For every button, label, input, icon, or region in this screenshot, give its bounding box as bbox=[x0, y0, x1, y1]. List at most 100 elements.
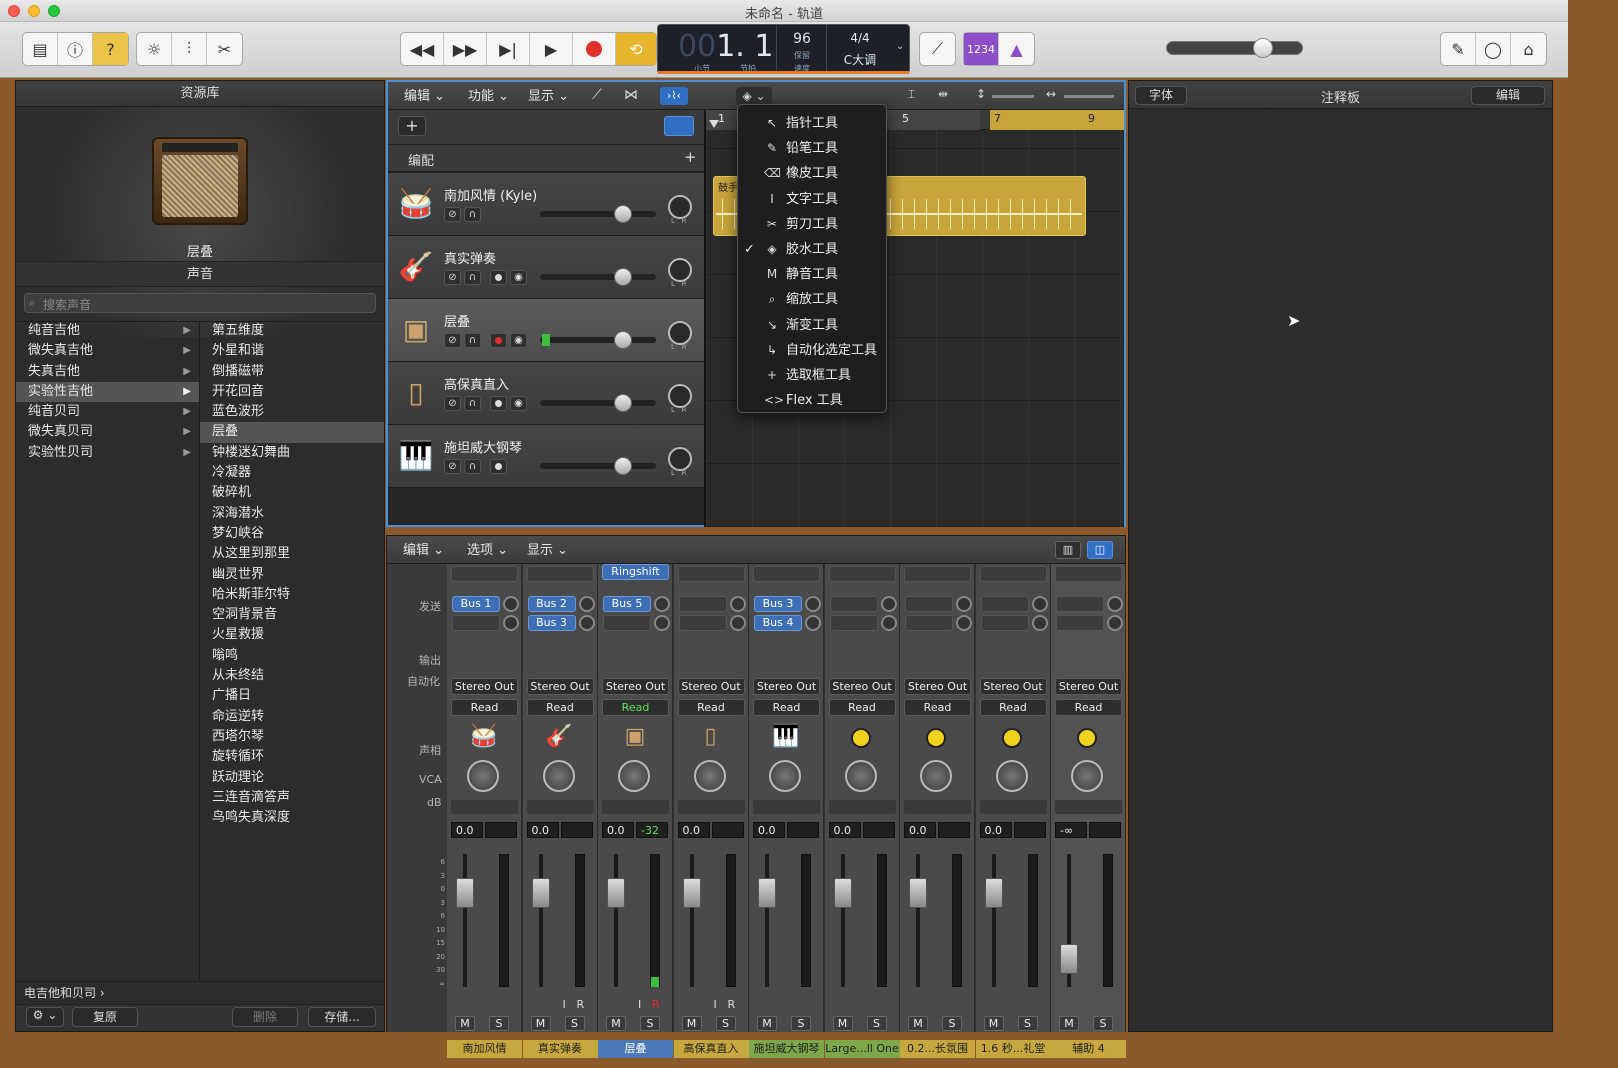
pan-knob[interactable] bbox=[467, 760, 499, 792]
solo-button[interactable]: S bbox=[866, 1016, 887, 1031]
horizontal-zoom-icon[interactable]: ↔ bbox=[1046, 87, 1056, 101]
tool-menu-item[interactable]: ↘ 渐变工具 bbox=[738, 313, 886, 338]
vca-slot[interactable] bbox=[1055, 800, 1122, 814]
track-header[interactable]: ▣ 层叠 ⊘ ∩ ◉ L R bbox=[388, 299, 704, 362]
output-slot[interactable]: Stereo Out bbox=[904, 678, 971, 695]
vca-slot[interactable] bbox=[677, 800, 745, 814]
track-name[interactable]: 施坦威大钢琴 bbox=[444, 437, 522, 456]
vertical-zoom-icon[interactable]: ↕ bbox=[976, 87, 986, 101]
tool-menu-item[interactable]: ⌫ 橡皮工具 bbox=[738, 161, 886, 186]
track-name[interactable]: 层叠 bbox=[444, 311, 470, 330]
mute-track-icon[interactable]: ⊘ bbox=[444, 459, 461, 474]
channel-name[interactable]: 真实弹奏 bbox=[522, 1040, 598, 1058]
note-pad-icon[interactable]: ✎ bbox=[1441, 33, 1476, 65]
loop-browser-icon[interactable]: ◯ bbox=[1476, 33, 1511, 65]
headphones-icon[interactable]: ∩ bbox=[464, 207, 481, 222]
record-enable-button[interactable] bbox=[490, 270, 507, 285]
insert-slot[interactable] bbox=[753, 566, 820, 582]
insert-slot[interactable]: Ringshift bbox=[602, 564, 669, 580]
volume-knob[interactable] bbox=[614, 331, 632, 349]
tool-menu-item[interactable]: ✎ 铅笔工具 bbox=[738, 136, 886, 161]
playhead-icon[interactable] bbox=[709, 120, 719, 128]
output-slot[interactable]: Stereo Out bbox=[526, 678, 594, 695]
patch-item[interactable]: 哈米斯菲尔特 bbox=[200, 585, 384, 605]
patch-item[interactable]: 广播日 bbox=[200, 686, 384, 706]
send-slot[interactable] bbox=[452, 615, 500, 631]
volume-fader[interactable] bbox=[682, 878, 701, 908]
automation-mode[interactable]: Read bbox=[451, 699, 518, 716]
automation-mode[interactable]: Read bbox=[828, 699, 896, 716]
send-level-knob[interactable] bbox=[503, 596, 519, 612]
tracks-menu-edit[interactable]: 编辑 ⌄ bbox=[396, 86, 453, 107]
insert-slot[interactable] bbox=[828, 566, 896, 582]
patch-item[interactable]: 开花回音 bbox=[200, 382, 384, 402]
master-volume-knob[interactable] bbox=[1253, 38, 1273, 58]
delete-button[interactable]: 删除 bbox=[232, 1007, 298, 1027]
patch-item[interactable]: 从未终结 bbox=[200, 666, 384, 686]
patch-item[interactable]: 三连音滴答声 bbox=[200, 788, 384, 808]
pan-knob[interactable] bbox=[618, 760, 650, 792]
automation-mode[interactable]: Read bbox=[904, 699, 971, 716]
headphones-icon[interactable]: ∩ bbox=[464, 396, 481, 411]
tool-menu-item[interactable]: ✓ ◈ 胶水工具 bbox=[738, 237, 886, 262]
note-text-area[interactable] bbox=[1129, 109, 1552, 1031]
count-in-button[interactable]: 1234 bbox=[964, 33, 999, 65]
insert-slot[interactable] bbox=[451, 566, 518, 582]
inspector-info-icon[interactable]: ⓘ bbox=[58, 33, 93, 65]
tracks-menu-functions[interactable]: 功能 ⌄ bbox=[460, 86, 517, 107]
volume-db[interactable]: 0.0 bbox=[602, 822, 634, 838]
mute-button[interactable]: M bbox=[606, 1016, 626, 1031]
channel-name[interactable]: 施坦威大钢琴 bbox=[749, 1040, 824, 1058]
send-level-knob[interactable] bbox=[729, 596, 746, 612]
category-item[interactable]: 实验性贝司 ▶ bbox=[16, 443, 199, 463]
rewind-icon[interactable]: ◀◀ bbox=[401, 33, 444, 65]
volume-db[interactable]: 0.0 bbox=[753, 822, 785, 838]
patch-item[interactable]: 鸟鸣失真深度 bbox=[200, 808, 384, 828]
output-slot[interactable]: Stereo Out bbox=[1055, 678, 1122, 695]
send-level-knob[interactable] bbox=[654, 615, 670, 631]
volume-db[interactable]: -∞ bbox=[1055, 822, 1087, 838]
pan-knob[interactable] bbox=[995, 760, 1028, 792]
send-level-knob[interactable] bbox=[654, 596, 670, 612]
send-level-knob[interactable] bbox=[1107, 615, 1123, 631]
patch-item[interactable]: 幽灵世界 bbox=[200, 565, 384, 585]
record-icon[interactable] bbox=[573, 33, 616, 65]
fast-forward-icon[interactable]: ▶▶ bbox=[444, 33, 487, 65]
send-slot[interactable] bbox=[829, 615, 878, 631]
patch-item[interactable]: 嗡鸣 bbox=[200, 646, 384, 666]
insert-slot[interactable] bbox=[979, 566, 1047, 582]
track-volume-slider[interactable] bbox=[540, 211, 656, 217]
channel-name[interactable]: 高保真直入 bbox=[673, 1040, 749, 1058]
mute-button[interactable]: M bbox=[908, 1016, 928, 1031]
mute-button[interactable]: M bbox=[832, 1016, 853, 1031]
pan-knob[interactable] bbox=[844, 760, 877, 792]
record-enable-button[interactable] bbox=[490, 333, 507, 348]
volume-db[interactable]: 0.0 bbox=[451, 822, 483, 838]
category-item[interactable]: 微失真贝司 ▶ bbox=[16, 422, 199, 442]
volume-fader[interactable] bbox=[833, 878, 852, 908]
send-level-knob[interactable] bbox=[956, 596, 972, 612]
send-slot[interactable] bbox=[1056, 596, 1104, 612]
tracks-view-icon[interactable]: ◫ bbox=[1087, 541, 1113, 559]
send-level-knob[interactable] bbox=[805, 615, 821, 631]
send-slot[interactable] bbox=[1056, 615, 1104, 631]
send-slot[interactable] bbox=[678, 615, 727, 631]
vca-slot[interactable] bbox=[526, 800, 594, 814]
track-volume-slider[interactable] bbox=[540, 400, 656, 406]
horizontal-zoom-slider[interactable] bbox=[1064, 95, 1114, 98]
send-level-knob[interactable] bbox=[503, 615, 519, 631]
send-level-knob[interactable] bbox=[578, 615, 595, 631]
solo-button[interactable]: S bbox=[942, 1016, 962, 1031]
track-volume-slider[interactable] bbox=[540, 274, 656, 280]
patch-item[interactable]: 深海潜水 bbox=[200, 504, 384, 524]
volume-db[interactable]: 0.0 bbox=[526, 822, 559, 838]
pan-knob[interactable] bbox=[668, 321, 692, 345]
automation-mode[interactable]: Read bbox=[753, 699, 820, 716]
channel-name[interactable]: 1.6 秒...礼堂 bbox=[975, 1040, 1051, 1058]
send-slot[interactable] bbox=[905, 615, 953, 631]
output-slot[interactable]: Stereo Out bbox=[602, 678, 669, 695]
input-monitor-icon[interactable]: ◉ bbox=[510, 396, 527, 411]
solo-button[interactable]: S bbox=[489, 1016, 509, 1031]
vca-slot[interactable] bbox=[828, 800, 896, 814]
patch-item[interactable]: 命运逆转 bbox=[200, 707, 384, 727]
